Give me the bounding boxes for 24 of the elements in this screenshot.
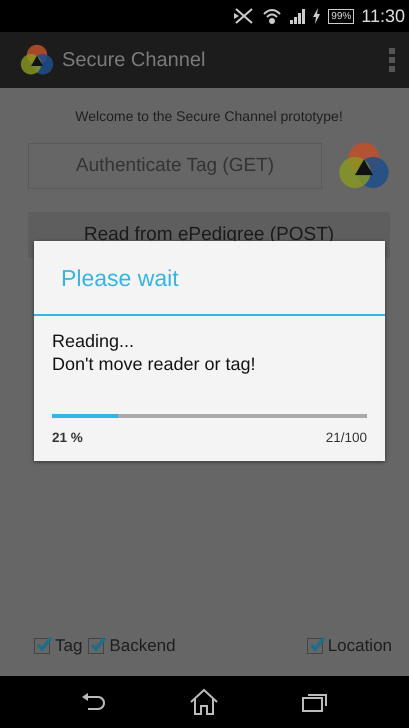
message-text: Don't move reader or tag! — [52, 353, 257, 376]
home-icon[interactable] — [189, 688, 220, 716]
back-icon[interactable] — [81, 693, 108, 711]
signal-icon — [289, 8, 306, 24]
checkbox-label: Backend — [109, 636, 176, 656]
message-text: Reading... — [52, 330, 136, 353]
checkbox[interactable] — [306, 638, 323, 654]
welcome-text: Welcome to the Secure Channel prototype! — [74, 108, 344, 124]
progress-count: 21/100 — [326, 430, 367, 445]
app-title: Secure Channel — [62, 48, 206, 72]
checkbox[interactable] — [34, 638, 50, 654]
checkbox[interactable] — [88, 638, 104, 654]
checkbox-label: Tag — [55, 636, 82, 656]
charging-icon — [312, 8, 322, 24]
logo-icon — [20, 43, 54, 77]
checkbox-label: Location — [328, 636, 392, 656]
clock: 11:30 — [361, 6, 405, 26]
nfc-off-icon — [233, 6, 256, 26]
progress-percent: 21 % — [52, 430, 83, 445]
recent-apps-icon[interactable] — [302, 692, 328, 712]
wifi-icon — [262, 7, 282, 25]
dialog-title: Please wait — [34, 241, 385, 316]
overflow-menu-icon[interactable] — [389, 48, 395, 72]
battery-level: 99% — [328, 8, 354, 24]
